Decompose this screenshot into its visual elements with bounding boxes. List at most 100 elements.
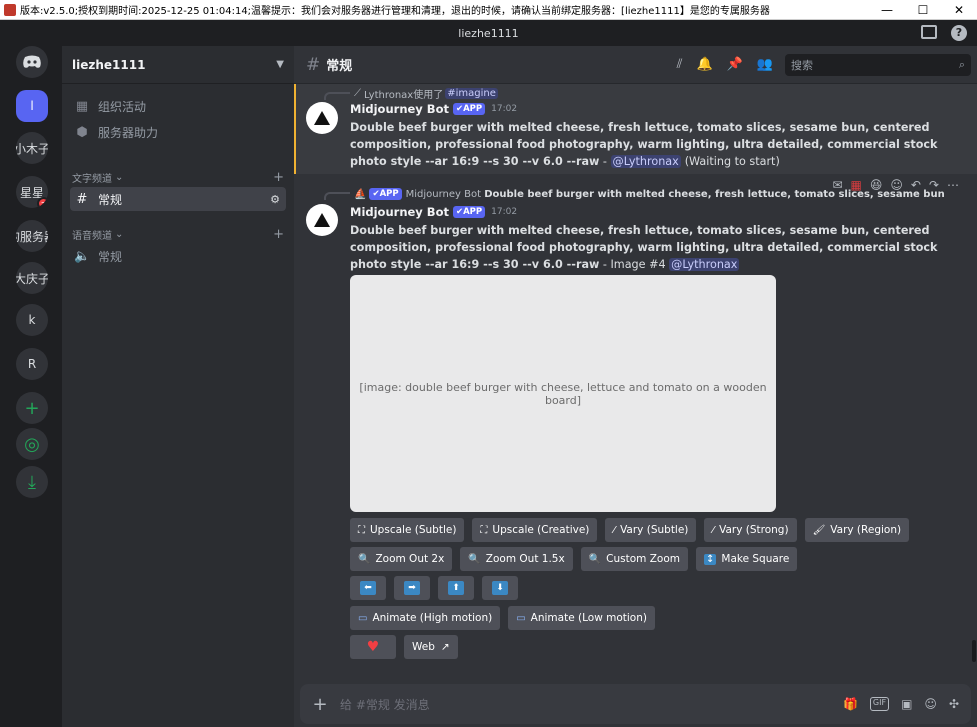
chevron-down-icon: ⌄ [115,229,124,240]
search-input[interactable]: 搜索 ⌕ [785,53,971,76]
animate-low-motion-button[interactable]: ▭ Animate (Low motion) [508,606,655,630]
category-voice-channels[interactable]: 语音频道 ⌄ + [72,227,284,242]
upscale-subtle-button[interactable]: ⛶ Upscale (Subtle) [350,518,465,542]
server-l[interactable]: l [16,90,48,122]
add-channel-icon[interactable]: + [273,170,284,185]
app-topbar: liezhe1111 ? [0,20,977,46]
add-attachment-icon[interactable]: + [300,694,340,715]
maximize-button[interactable]: ☐ [905,3,941,17]
channel-header: # 常规 ⫽ 🔔 📌 👥 搜索 ⌕ [294,46,977,84]
avatar[interactable] [306,102,338,134]
more-icon[interactable]: ⋯ [947,178,959,192]
magnifier-icon: 🔍 [588,553,602,565]
zoom-out-1-5x-button[interactable]: 🔍 Zoom Out 1.5x [460,547,573,571]
vary-strong-button[interactable]: ⁄ Vary (Strong) [704,518,797,542]
generated-image[interactable]: [image: double beef burger with cheese, … [350,275,776,512]
server-daqingzi[interactable]: 大庆子 [16,262,48,294]
add-channel-icon[interactable]: + [273,227,284,242]
voice-channel-general[interactable]: 🔈 常规 [70,244,286,268]
user-mention[interactable]: @Lythronax [610,155,681,168]
reply-preview[interactable]: ⛵ ✔APP Midjourney Bot Double beef burger w… [354,188,944,200]
user-mention[interactable]: @Lythronax [669,258,740,271]
pan-up-button[interactable]: ⬆ [438,576,474,600]
category-label: 语音频道 [72,231,112,242]
minimize-button[interactable]: — [869,3,905,17]
command-name: imagine [455,88,496,99]
upscale-creative-button[interactable]: ⛶ Upscale (Creative) [472,518,598,542]
server-de-fuwuqi[interactable]: 的服务器 [16,220,48,252]
zoom-out-2x-button[interactable]: 🔍 Zoom Out 2x [350,547,453,571]
inbox-icon[interactable] [921,25,937,39]
explore-icon[interactable]: ◎ [16,428,48,460]
emoji-icon[interactable]: ☺ [924,697,937,711]
command-link[interactable]: #imagine [445,88,498,99]
mention-highlight-bar [294,84,296,174]
sidebar-item-label: 组织活动 [98,99,147,114]
up-down-arrow-icon: ↕ [704,553,717,565]
reply-avatar-icon: ⛵ [354,188,367,200]
server-r[interactable]: R [16,348,48,380]
button-label: Upscale (Creative) [492,524,590,536]
button-label: Animate (Low motion) [530,612,647,624]
author-name[interactable]: Midjourney Bot [350,102,449,116]
settings-icon[interactable]: ⚙ [270,193,280,206]
close-button[interactable]: ✕ [941,3,977,17]
button-label: Upscale (Subtle) [370,524,457,536]
apps-icon[interactable]: ✣ [949,697,959,711]
server-header[interactable]: liezhe1111 ▼ [62,46,294,84]
expand-icon: ⛶ [358,524,365,536]
app-badge-label: APP [379,189,399,199]
threads-icon[interactable]: ⫽ [677,57,683,72]
arrow-right-icon: ➡ [404,581,420,595]
channel-general[interactable]: # 常规 ⚙ [70,187,286,211]
server-k[interactable]: k [16,304,48,336]
arrow-down-icon: ⬇ [492,581,508,595]
sidebar-item-events[interactable]: ▦ 组织活动 [70,94,286,118]
avatar[interactable] [306,204,338,236]
server-xiaomuzi[interactable]: 小木子 [16,132,48,164]
animate-high-motion-button[interactable]: ▭ Animate (High motion) [350,606,501,630]
message-input[interactable]: 给 #常规 发消息 [340,696,843,713]
button-label: Web [412,641,435,653]
author-name[interactable]: Midjourney Bot [350,205,449,219]
pan-left-button[interactable]: ⬅ [350,576,386,600]
gif-icon[interactable]: GIF [869,697,890,711]
boost-icon: ⬢ [76,124,88,140]
pan-down-button[interactable]: ⬇ [482,576,518,600]
reply-preview[interactable]: ⟋ Lythronax使用了 #imagine [354,86,498,101]
vary-subtle-button[interactable]: ⁄ Vary (Subtle) [605,518,697,542]
message-composer[interactable]: + 给 #常规 发消息 🎁 GIF ▣ ☺ ✣ [300,684,971,724]
add-server-icon[interactable]: + [16,392,48,424]
sailboat-icon [314,111,330,125]
pin-icon[interactable]: 📌 [727,57,743,72]
gift-icon[interactable]: 🎁 [843,697,858,711]
window-title: 版本:v2.5.0;授权到期时间:2025-12-25 01:04:14;温馨提… [20,6,770,17]
web-link-button[interactable]: Web ↗ [404,635,458,659]
arrow-up-icon: ⬆ [448,581,464,595]
category-text-channels[interactable]: 文字频道 ⌄ + [72,170,284,185]
favorite-button[interactable]: ♥ [350,635,396,659]
custom-zoom-button[interactable]: 🔍 Custom Zoom [580,547,688,571]
reply-connector [324,192,350,200]
vary-region-button[interactable]: 🖌 Vary (Region) [804,518,910,542]
server-xingxing[interactable]: 星星 2 [16,176,48,208]
make-square-button[interactable]: ↕ Make Square [696,547,798,571]
scrollbar[interactable] [972,640,976,662]
button-label: Zoom Out 2x [375,553,445,565]
sailboat-icon [314,213,330,227]
magic-wand-icon: ⁄ [712,524,715,536]
members-icon[interactable]: 👥 [757,57,773,72]
pan-right-button[interactable]: ➡ [394,576,430,600]
notification-badge: 2 [37,197,48,208]
arrow-left-icon: ⬅ [360,581,376,595]
message-list: ⟋ Lythronax使用了 #imagine Midjourney Bot ✔APP… [294,84,977,684]
button-row-misc: ♥ Web ↗ [350,635,458,659]
magnifier-icon: 🔍 [358,553,371,565]
sticker-icon[interactable]: ▣ [901,697,912,711]
discord-home-icon[interactable] [16,46,48,78]
download-icon[interactable]: ⤓ [16,466,48,498]
app-badge-label: APP [463,207,483,217]
help-icon[interactable]: ? [951,25,967,41]
sidebar-item-boost[interactable]: ⬢ 服务器助力 [70,120,286,144]
bell-icon[interactable]: 🔔 [696,57,712,72]
